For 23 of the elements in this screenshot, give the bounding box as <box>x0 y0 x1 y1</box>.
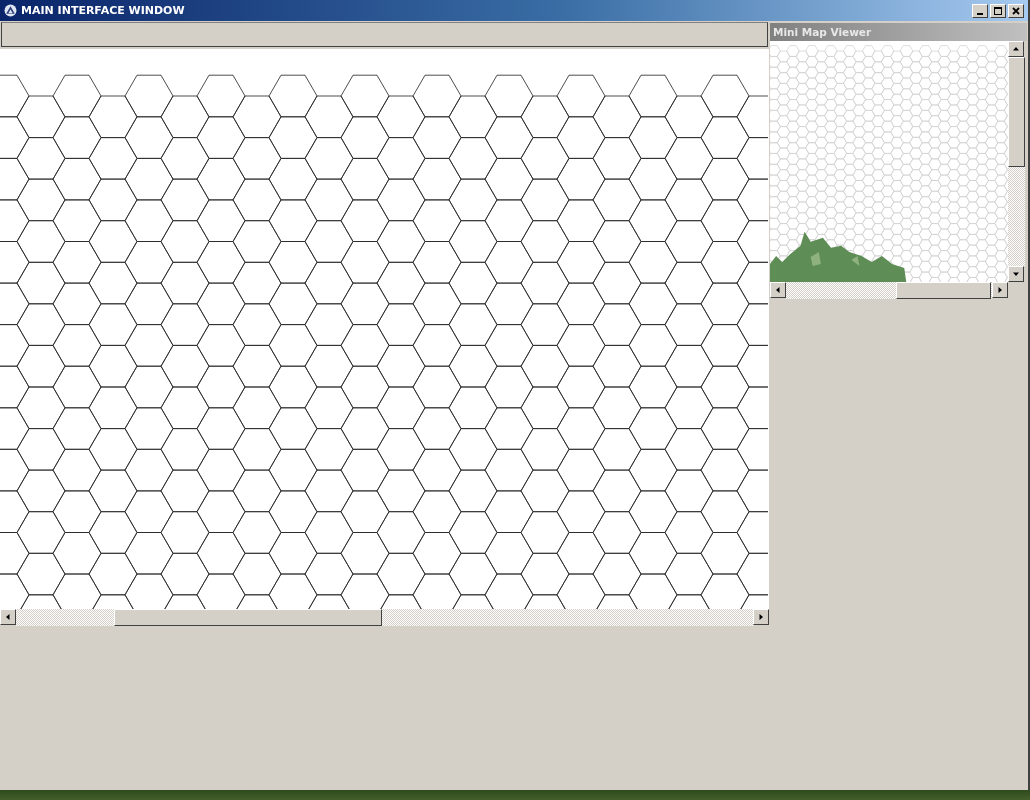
left-arrow-icon <box>4 613 12 621</box>
right-arrow-icon <box>757 613 765 621</box>
maximize-button[interactable] <box>990 3 1006 18</box>
minimize-icon <box>977 12 983 15</box>
scroll-right-button[interactable] <box>753 609 769 625</box>
scroll-left-button[interactable] <box>0 609 16 625</box>
right-arrow-icon <box>996 286 1004 294</box>
scroll-thumb[interactable] <box>114 609 382 626</box>
scroll-down-button[interactable] <box>1008 266 1024 282</box>
close-button[interactable] <box>1008 3 1024 18</box>
up-arrow-icon <box>1012 45 1020 53</box>
down-arrow-icon <box>1012 270 1020 278</box>
close-icon <box>1011 5 1021 16</box>
scroll-up-button[interactable] <box>1008 41 1024 57</box>
maximize-icon <box>993 5 1003 16</box>
scroll-thumb[interactable] <box>1008 57 1025 167</box>
panel-title: Mini Map Viewer <box>773 26 872 38</box>
scroll-left-button[interactable] <box>770 282 786 298</box>
scroll-thumb[interactable] <box>896 282 991 299</box>
window-title: MAIN INTERFACE WINDOW <box>21 4 185 17</box>
scroll-right-button[interactable] <box>992 282 1008 298</box>
minimize-button[interactable] <box>972 3 988 18</box>
left-arrow-icon <box>774 286 782 294</box>
